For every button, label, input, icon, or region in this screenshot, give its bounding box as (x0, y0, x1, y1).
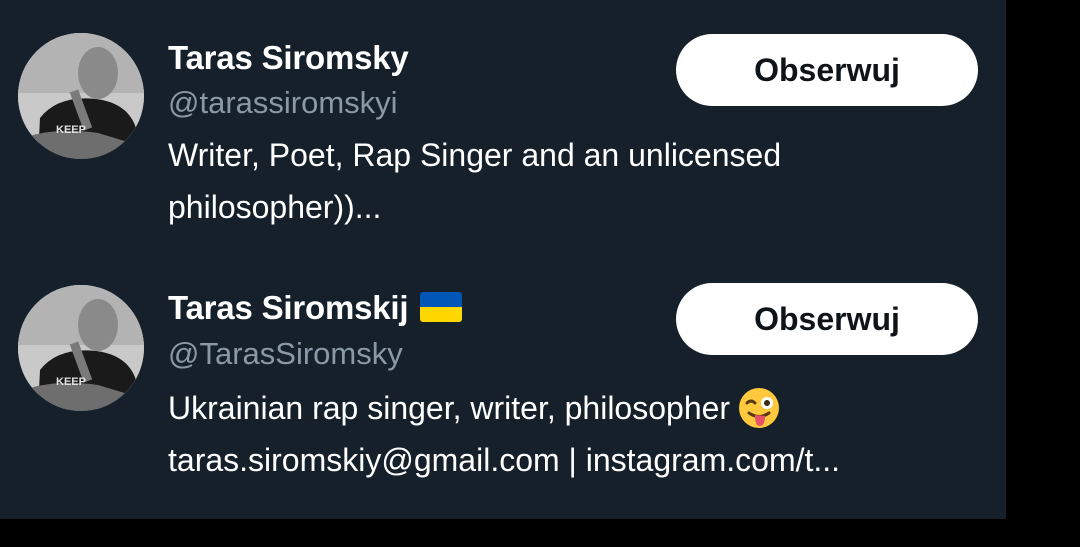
avatar[interactable]: KEEP (18, 285, 144, 411)
follow-button[interactable]: Obserwuj (676, 34, 978, 106)
bio-line-text: Ukrainian rap singer, writer, philosophe… (168, 390, 731, 426)
user-handle[interactable]: @tarassiromskyi (168, 84, 398, 122)
user-bio: Writer, Poet, Rap Singer and an unlicens… (168, 129, 978, 233)
avatar[interactable]: KEEP (18, 33, 144, 159)
user-display-name[interactable]: Taras Siromsky (168, 38, 409, 78)
ukraine-flag-icon (420, 292, 463, 323)
bio-line: Ukrainian rap singer, writer, philosophe… (168, 382, 978, 434)
user-bio: Ukrainian rap singer, writer, philosophe… (168, 382, 978, 486)
user-handle[interactable]: @TarasSiromsky (168, 335, 403, 373)
svg-text:KEEP: KEEP (56, 376, 86, 388)
user-cell[interactable]: KEEP Taras Siromsky @tarassiromskyi Writ… (0, 0, 1006, 255)
bio-line: taras.siromskiy@gmail.com | instagram.co… (168, 442, 841, 478)
who-to-follow-list: KEEP Taras Siromsky @tarassiromskyi Writ… (0, 0, 1006, 519)
avatar-photo: KEEP (18, 33, 144, 159)
user-cell[interactable]: KEEP Taras Siromskij @TarasSiromsky Ukra… (0, 255, 1006, 519)
winking-face-with-tongue-icon (739, 387, 780, 428)
svg-text:KEEP: KEEP (56, 124, 86, 136)
follow-button[interactable]: Obserwuj (676, 283, 978, 355)
user-display-name-text: Taras Siromskij (168, 289, 409, 326)
bio-line: philosopher))... (168, 189, 382, 225)
avatar-photo: KEEP (18, 285, 144, 411)
user-display-name[interactable]: Taras Siromskij (168, 288, 463, 328)
bio-line: Writer, Poet, Rap Singer and an unlicens… (168, 137, 782, 173)
